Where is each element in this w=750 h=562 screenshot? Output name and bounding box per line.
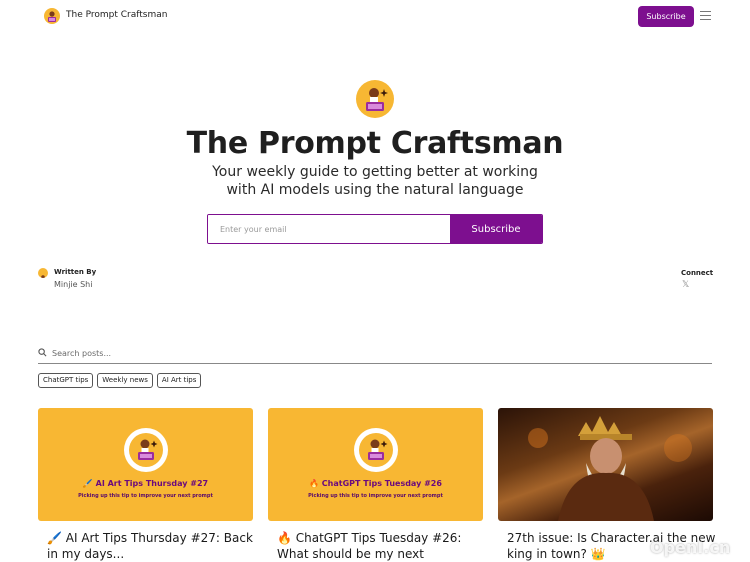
tag-ai-art-tips[interactable]: AI Art tips [156, 373, 202, 388]
card-image-subtitle: Picking up this tip to improve your next… [308, 493, 443, 499]
menu-icon[interactable] [700, 11, 711, 21]
post-headline[interactable]: 🖌️ AI Art Tips Thursday #27: Back in my … [47, 530, 262, 562]
post-headline[interactable]: 🔥 ChatGPT Tips Tuesday #26: What should … [277, 530, 492, 562]
card-avatar-icon [124, 428, 168, 472]
brand-name[interactable]: The Prompt Craftsman [66, 10, 167, 20]
author-avatar[interactable] [38, 268, 48, 278]
connect-label: Connect [681, 269, 714, 277]
top-nav: The Prompt Craftsman Subscribe [0, 0, 750, 32]
card-image-title: 🔥 ChatGPT Tips Tuesday #26 [309, 479, 442, 488]
tag-filters: ChatGPT tips Weekly news AI Art tips [38, 373, 202, 388]
search-input[interactable] [52, 346, 652, 360]
card-image-subtitle: Picking up this tip to improve your next… [78, 493, 213, 499]
author-name[interactable]: Minjie Shi [54, 280, 92, 289]
email-field[interactable] [208, 215, 452, 243]
post-card-image[interactable]: 🔥 ChatGPT Tips Tuesday #26 Picking up th… [268, 408, 483, 521]
brand-logo-icon[interactable] [44, 8, 60, 24]
page-title: The Prompt Craftsman [186, 126, 564, 161]
card-avatar-icon [354, 428, 398, 472]
nav-subscribe-button[interactable]: Subscribe [638, 6, 694, 27]
x-social-icon[interactable]: 𝕏 [682, 280, 689, 290]
tag-chatgpt-tips[interactable]: ChatGPT tips [38, 373, 94, 388]
card-image-title: 🖌️ AI Art Tips Thursday #27 [82, 479, 209, 488]
post-card-image[interactable] [498, 408, 713, 521]
search-bar [38, 345, 712, 364]
tag-weekly-news[interactable]: Weekly news [97, 373, 153, 388]
subscribe-form: Subscribe [207, 214, 543, 244]
search-icon [38, 348, 47, 357]
watermark: OpenI.cn [650, 538, 731, 557]
publication-avatar-icon [356, 80, 394, 118]
post-card-image[interactable]: 🖌️ AI Art Tips Thursday #27 Picking up t… [38, 408, 253, 521]
page-subtitle: Your weekly guide to getting better at w… [212, 164, 538, 198]
hero-subscribe-button[interactable]: Subscribe [450, 215, 542, 243]
king-illustration [528, 416, 692, 521]
written-by-label: Written By [54, 268, 97, 276]
